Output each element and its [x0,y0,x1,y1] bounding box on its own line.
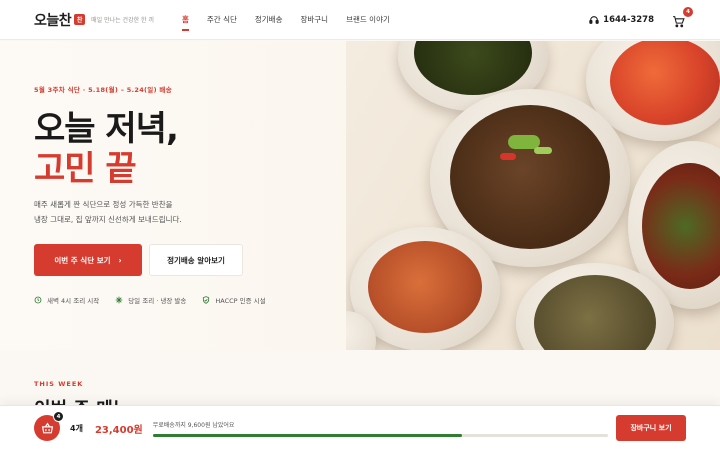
feature-list: 새벽 4시 조리 시작 당일 조리 · 냉장 발송 HACCP 인증 시설 [34,295,266,305]
sticky-cart-bar: 4 4개 23,400원 무료배송까지 9,600원 남았어요 장바구니 보기 [0,405,720,450]
main-nav: 홈 주간 식단 정기배송 장바구니 브랜드 이야기 [181,0,390,40]
nav-item-home[interactable]: 홈 [181,0,189,40]
progress-track [152,433,608,437]
bottom-cart-count-badge: 4 [53,411,64,422]
free-shipping-progress: 무료배송까지 9,600원 남았어요 [152,420,608,437]
progress-fill [152,433,463,437]
logo[interactable]: 오늘찬 찬 [34,10,86,30]
header-cart-button[interactable]: 4 [672,6,693,27]
feature-item: HACCP 인증 시설 [202,295,266,305]
cart-total: 23,400원 [94,424,143,436]
hero-desc-line1: 매주 새롭게 짠 식단으로 정성 가득한 반찬을 [34,200,173,209]
nav-item-brand-story[interactable]: 브랜드 이야기 [346,0,390,40]
logo-badge: 찬 [74,14,86,25]
logo-text: 오늘찬 [34,12,72,29]
view-cart-button[interactable]: 장바구니 보기 [616,415,686,441]
shield-icon [203,296,210,304]
nav-item-weekly-menu[interactable]: 주간 식단 [207,0,237,40]
subscription-info-button[interactable]: 정기배송 알아보기 [149,244,243,276]
feature-item: 새벽 4시 조리 시작 [34,295,99,305]
feature-label: 당일 조리 · 냉장 발송 [128,297,187,305]
hero-description: 매주 새롭게 짠 식단으로 정성 가득한 반찬을 냉장 그대로, 집 앞까지 신… [34,197,264,227]
nav-item-cart[interactable]: 장바구니 [300,0,328,40]
feature-label: 새벽 4시 조리 시작 [47,297,100,305]
chevron-right-icon: › [118,255,122,265]
basket-icon [41,422,53,433]
nav-item-subscription[interactable]: 정기배송 [255,0,283,40]
free-shipping-message: 무료배송까지 9,600원 남았어요 [152,421,235,429]
bottom-cart-button[interactable]: 4 [34,411,64,441]
tagline: 매일 만나는 건강한 한 끼 [91,17,154,24]
snowflake-icon [115,296,123,304]
site-header: 오늘찬 찬 매일 만나는 건강한 한 끼 홈 주간 식단 정기배송 장바구니 브… [0,0,720,40]
hero-desc-line2: 냉장 그대로, 집 앞까지 신선하게 보내드립니다. [34,215,182,224]
headset-icon [589,15,599,24]
feature-item: 당일 조리 · 냉장 발송 [115,295,186,305]
cart-quantity: 4개 [70,423,83,433]
view-weekly-menu-label: 이번 주 식단 보기 [54,255,111,265]
phone-contact[interactable]: 1644-3278 [589,15,654,25]
hero-title-line2: 고민 끝 [34,149,137,189]
phone-number: 1644-3278 [603,14,654,25]
hero-food-image [346,41,720,350]
cart-count-badge: 4 [683,6,693,17]
feature-label: HACCP 인증 시설 [215,297,266,305]
section-tag: THIS WEEK [34,380,84,388]
clock-icon [34,296,42,304]
cart-icon [673,15,685,27]
hero-eyebrow: 5월 3주차 식단 · 5.18(월) – 5.24(일) 배송 [34,86,172,94]
hero-section: 5월 3주차 식단 · 5.18(월) – 5.24(일) 배송 오늘 저녁, … [0,41,720,350]
view-weekly-menu-button[interactable]: 이번 주 식단 보기 › [34,244,142,276]
